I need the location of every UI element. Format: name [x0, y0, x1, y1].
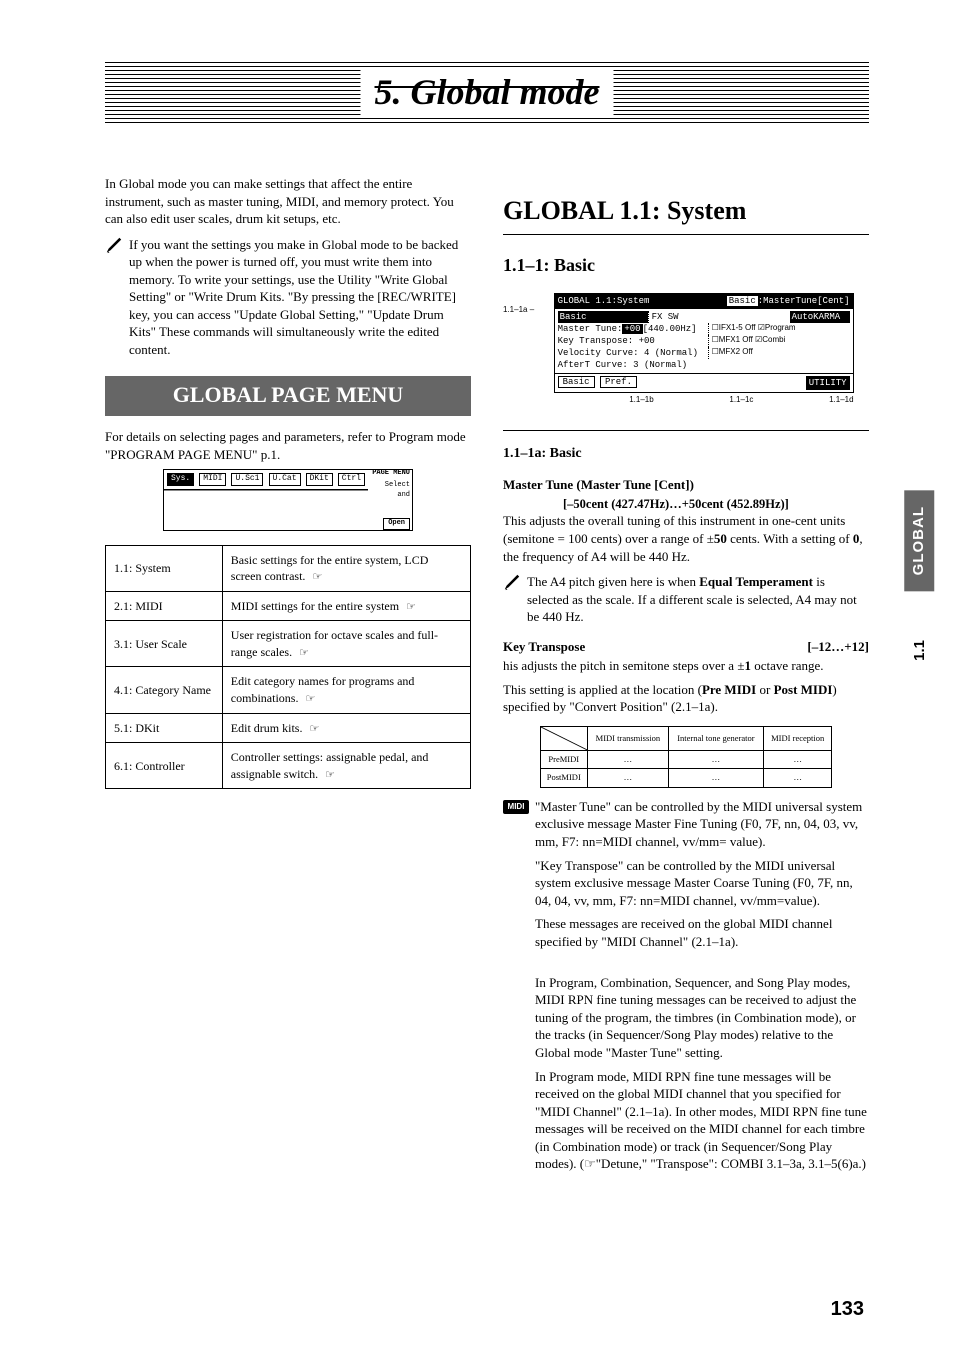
section-1-1-1a: 1.1–1a: Basic: [503, 445, 869, 464]
page-number: 133: [831, 1296, 864, 1323]
basic-heading: 1.1–1: Basic: [503, 253, 869, 277]
table-row: 4.1: Category NameEdit category names fo…: [106, 667, 471, 713]
midi-icon: MIDI: [503, 800, 529, 814]
table-row: 2.1: MIDIMIDI settings for the entire sy…: [106, 591, 471, 621]
a4-note: The A4 pitch given here is when Equal Te…: [503, 573, 869, 626]
intro-paragraph: In Global mode you can make settings tha…: [105, 175, 471, 228]
page-index-table: 1.1: SystemBasic settings for the entire…: [105, 545, 471, 790]
system-lcd: GLOBAL 1.1:System Basic:MasterTune[Cent]…: [554, 293, 854, 393]
chapter-title: 5. Global mode: [361, 68, 614, 117]
page-menu-lcd: Sys. MIDI U.Sc1 U.Cat DKit Ctrl PAGE MEN…: [163, 469, 413, 530]
write-settings-note: If you want the settings you make in Glo…: [105, 236, 471, 359]
system-heading: GLOBAL 1.1: System: [503, 193, 869, 228]
table-row: 5.1: DKitEdit drum kits. ☞: [106, 713, 471, 743]
table-row: 3.1: User ScaleUser registration for oct…: [106, 621, 471, 667]
pen-icon: [503, 573, 521, 589]
master-tune-text: This adjusts the overall tuning of this …: [503, 512, 869, 565]
table-row: 1.1: SystemBasic settings for the entire…: [106, 545, 471, 591]
master-tune-range: [–50cent (427.47Hz)…+50cent (452.89Hz)]: [503, 496, 869, 513]
side-tab-global: GLOBAL: [904, 490, 934, 591]
page-menu-intro: For details on selecting pages and param…: [105, 428, 471, 463]
side-tab-section: 1.1: [910, 640, 930, 661]
key-transpose-p1: his adjusts the pitch in semitone steps …: [503, 657, 869, 675]
convert-position-table: MIDI transmission Internal tone generato…: [540, 726, 833, 788]
master-tune-label: Master Tune (Master Tune [Cent]): [503, 476, 869, 494]
key-transpose-label: Key Transpose [–12…+12]: [503, 638, 869, 656]
midi-note-block: MIDI "Master Tune" can be controlled by …: [503, 798, 869, 1179]
key-transpose-p2: This setting is applied at the location …: [503, 681, 869, 716]
table-row: 6.1: ControllerController settings: assi…: [106, 743, 471, 789]
page-menu-heading: GLOBAL PAGE MENU: [105, 376, 471, 416]
lcd-row-label: 1.1–1a –: [503, 287, 534, 319]
chapter-title-block: 5. Global mode: [105, 40, 869, 140]
pen-icon: [105, 236, 123, 252]
